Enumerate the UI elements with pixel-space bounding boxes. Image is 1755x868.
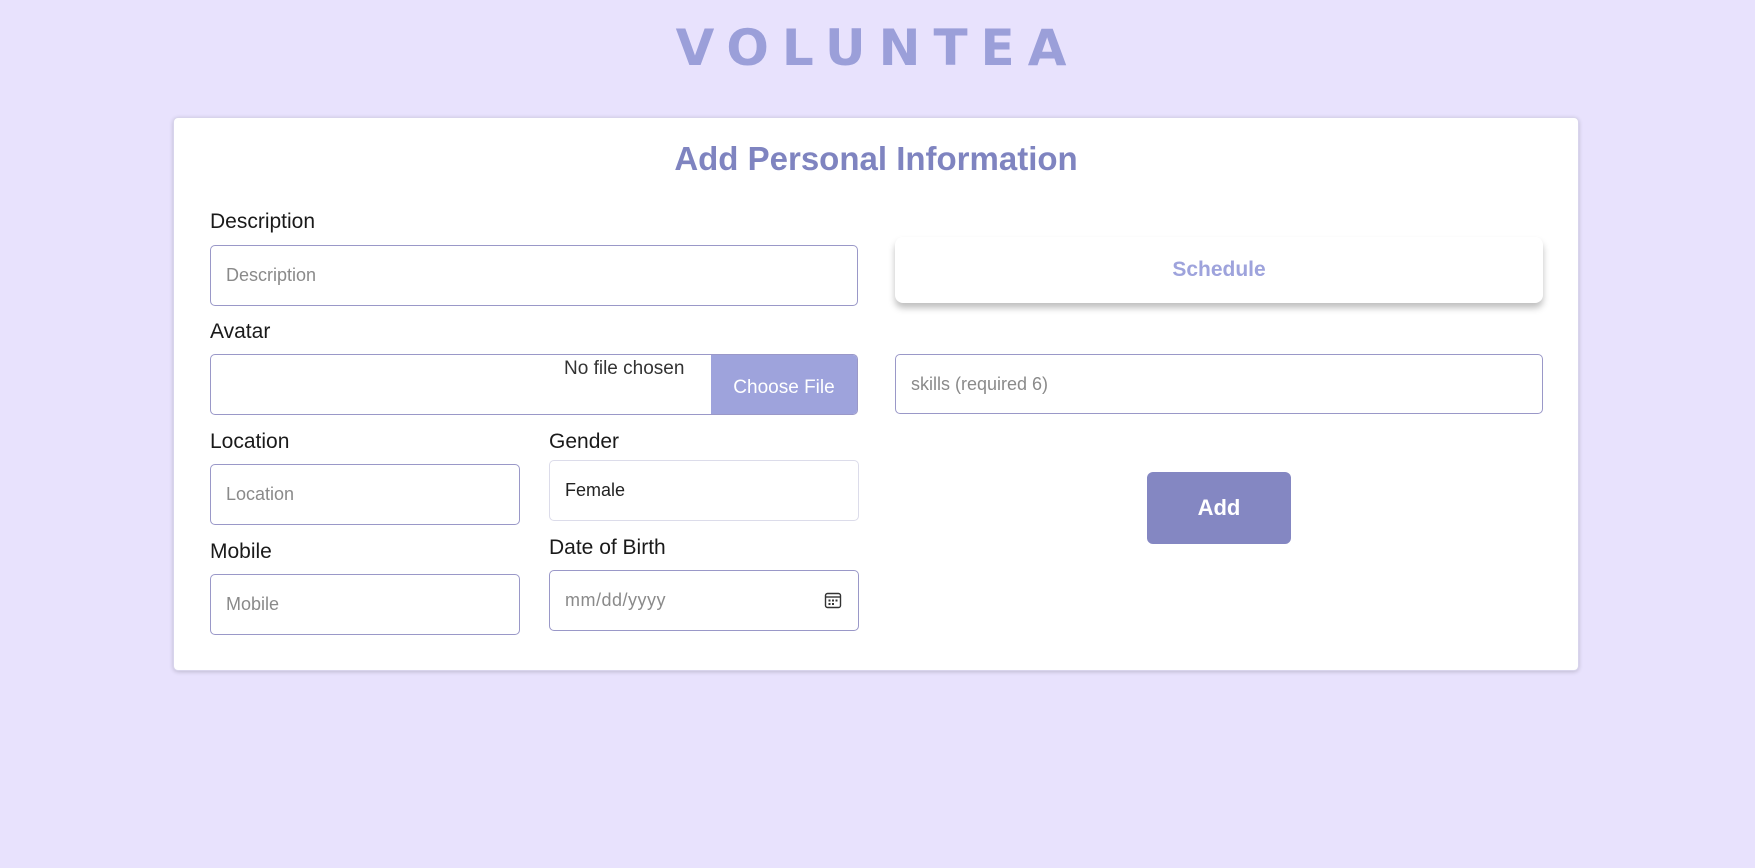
date-of-birth-input[interactable]: mm/dd/yyyy: [549, 570, 859, 631]
calendar-icon[interactable]: [824, 591, 842, 609]
mobile-label: Mobile: [210, 540, 272, 563]
voluntea-logo: VOLUNTEA: [675, 19, 1080, 77]
file-status-text: No file chosen: [564, 358, 685, 379]
gender-label: Gender: [549, 430, 620, 453]
description-input[interactable]: Description: [210, 245, 858, 306]
location-input[interactable]: Location: [210, 464, 520, 525]
location-label: Location: [210, 430, 290, 453]
date-of-birth-label: Date of Birth: [549, 536, 666, 559]
skills-input[interactable]: skills (required 6): [895, 354, 1543, 414]
add-button[interactable]: Add: [1147, 472, 1291, 544]
description-label: Description: [210, 210, 316, 233]
schedule-button[interactable]: Schedule: [895, 237, 1543, 303]
date-placeholder: mm/dd/yyyy: [565, 590, 667, 610]
avatar-file-input[interactable]: No file chosen Choose File: [210, 354, 858, 415]
choose-file-button[interactable]: Choose File: [711, 355, 857, 414]
personal-info-card: Add Personal Information Description Des…: [173, 117, 1579, 671]
avatar-label: Avatar: [210, 320, 271, 343]
gender-select[interactable]: Female: [549, 460, 859, 521]
mobile-input[interactable]: Mobile: [210, 574, 520, 635]
page-title: Add Personal Information: [674, 140, 1078, 177]
